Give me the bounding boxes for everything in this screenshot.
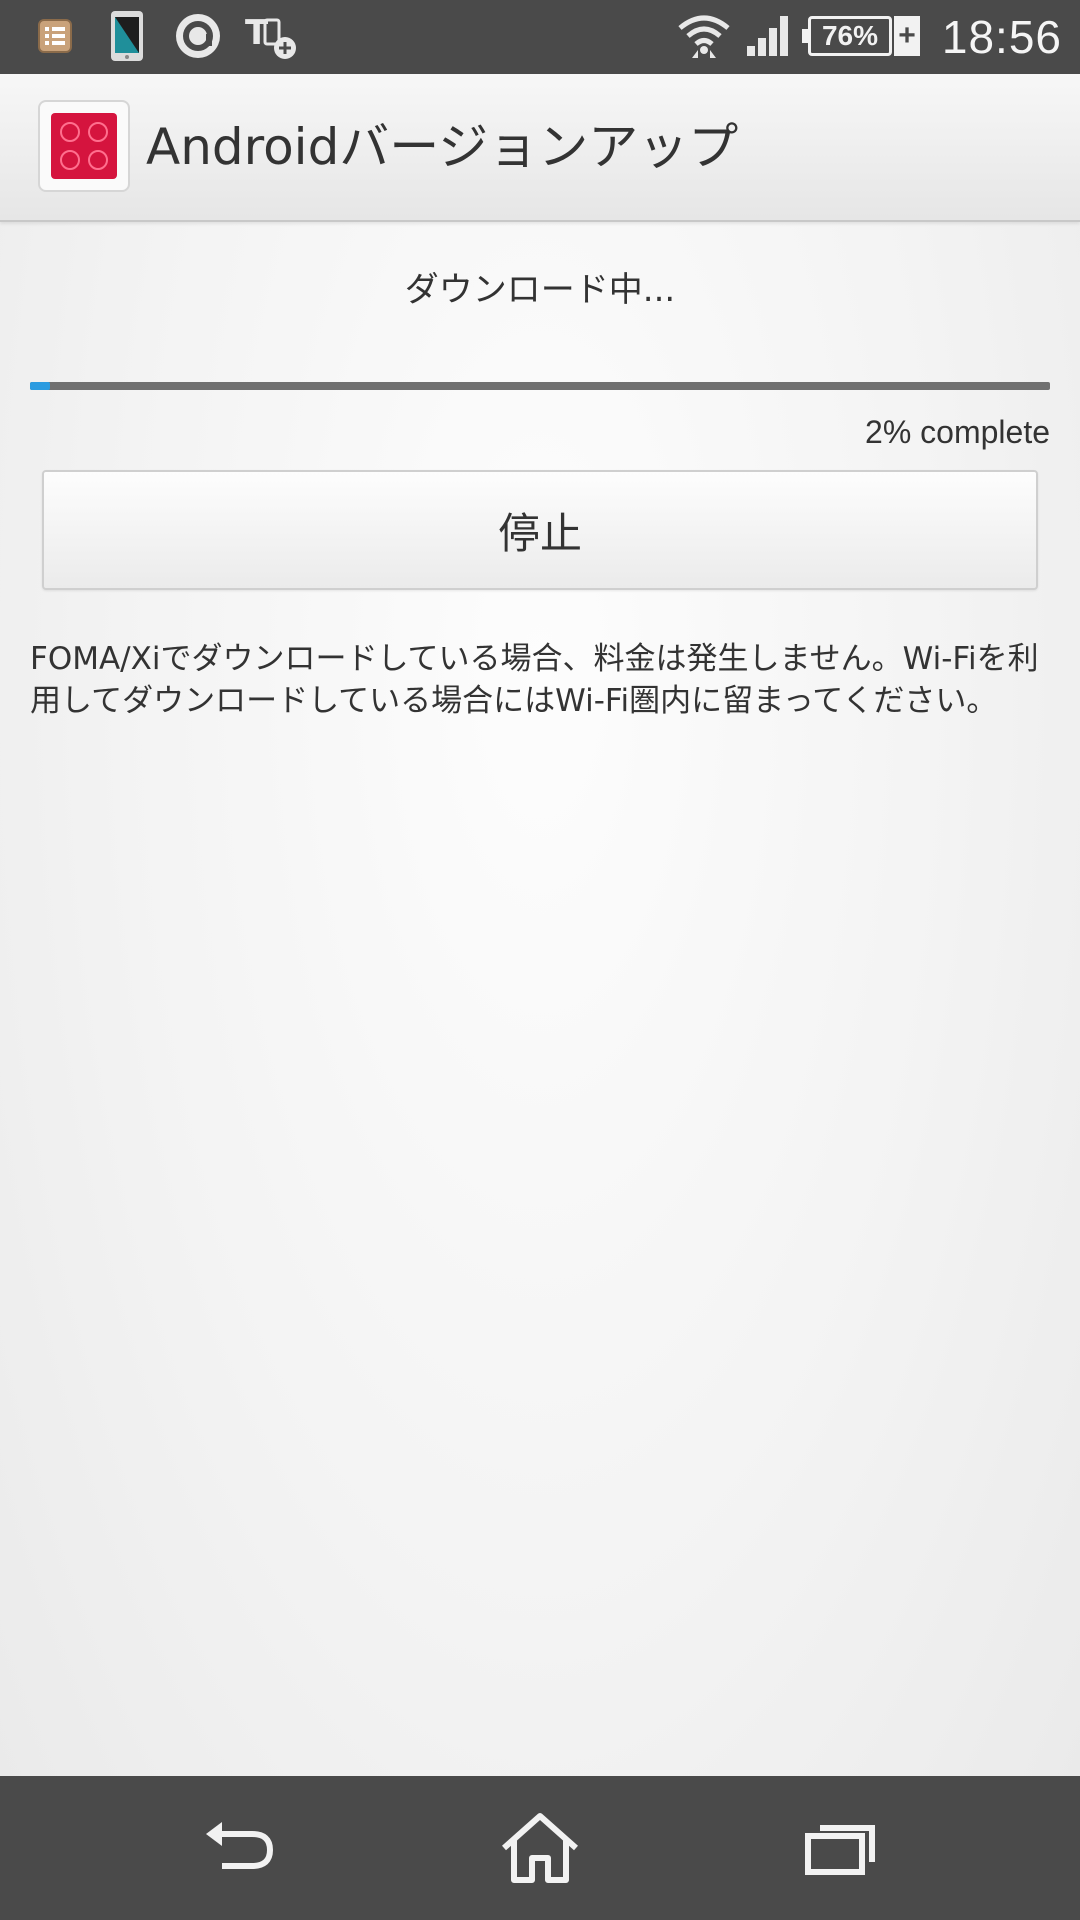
signal-icon [744,10,794,62]
home-icon[interactable] [480,1800,600,1896]
download-progress-fill [30,382,51,390]
download-progress-bar [30,382,1050,390]
recent-apps-icon[interactable] [780,1800,900,1896]
app-icon-body [51,113,117,179]
wifi-icon [676,10,732,62]
download-status-label: ダウンロード中... [404,270,676,310]
navigation-bar [0,1776,1080,1920]
back-icon[interactable] [180,1800,300,1896]
t-plus-app-icon: T [244,10,300,62]
notification-list-icon [32,10,78,62]
action-bar: Androidバージョンアップ [0,74,1080,222]
clock: 18:56 [941,11,1062,63]
charging-indicator: + [894,16,920,56]
notice-text: FOMA/Xiでダウンロードしている場合、料金は発生しません。Wi-Fiを利用し… [30,641,1039,719]
stop-button[interactable]: 停止 [42,470,1038,590]
phone-screen-icon [104,10,150,62]
status-bar: T 76% + 18:56 [0,0,1080,74]
circle-app-icon [172,10,224,62]
page-title: Androidバージョンアップ [146,118,739,176]
app-red-grid-icon[interactable] [38,100,130,192]
progress-text: 2% complete [865,414,1050,450]
battery-icon: 76% [802,16,892,56]
battery-percent: 76% [821,20,879,51]
